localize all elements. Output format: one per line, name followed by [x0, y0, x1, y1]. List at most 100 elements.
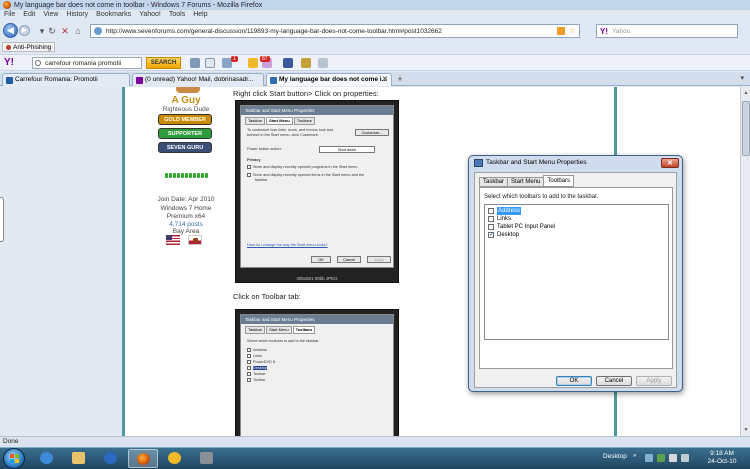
- tray-arrow-icon[interactable]: [645, 454, 653, 462]
- avatar[interactable]: [176, 87, 200, 93]
- gold-member-badge: GOLD MEMBER: [158, 114, 212, 125]
- list-item-tablet-pc[interactable]: Tablet PC Input Panel: [488, 223, 555, 231]
- search-placeholder[interactable]: Yahoo: [612, 28, 630, 35]
- taskbar-media-player[interactable]: [96, 449, 126, 468]
- tab-yahoo-mail[interactable]: (0 unread) Yahoo! Mail, dobrinasadr...: [132, 73, 264, 86]
- scroll-up-icon[interactable]: ▲: [742, 88, 750, 98]
- toolbar-expand-icon[interactable]: »: [633, 453, 636, 459]
- list-item-desktop[interactable]: ✓ Desktop: [488, 231, 519, 239]
- links-checkbox[interactable]: [488, 216, 494, 222]
- list-item-label: Tablet PC Input Panel: [497, 224, 556, 230]
- supporter-badge: SUPPORTER: [158, 128, 212, 139]
- anti-phishing-button[interactable]: Anti-Phishing: [2, 42, 56, 52]
- scrollbar-thumb[interactable]: [742, 101, 750, 156]
- list-item-label: Desktop: [497, 232, 520, 238]
- menu-bookmarks[interactable]: Bookmarks: [96, 11, 131, 21]
- screenshot-dialog: Taskbar and Start Menu Properties Taskba…: [240, 314, 394, 436]
- apply-button[interactable]: Apply: [636, 376, 672, 386]
- firefox-icon: [3, 1, 11, 9]
- ok-button[interactable]: OK: [556, 376, 592, 386]
- attachment-screenshot-toolbars[interactable]: Taskbar and Start Menu Properties Taskba…: [235, 309, 399, 436]
- list-all-tabs-icon[interactable]: ▾: [740, 74, 744, 82]
- clock-time: 9:18 AM: [710, 450, 734, 457]
- tray-flag-icon[interactable]: [669, 454, 677, 462]
- yahoo-search-button[interactable]: SEARCH: [146, 57, 181, 69]
- settings-icon[interactable]: [318, 58, 328, 68]
- tablet-pc-checkbox[interactable]: [488, 224, 494, 230]
- screenshot-tab: Taskbar: [245, 117, 266, 125]
- rss-icon[interactable]: [557, 27, 565, 35]
- taskbar-app[interactable]: [192, 449, 222, 468]
- star-icon[interactable]: [301, 58, 311, 68]
- menu-help[interactable]: Help: [193, 11, 207, 21]
- list-item-label: Address: [497, 207, 522, 215]
- start-button[interactable]: [3, 448, 25, 469]
- username[interactable]: A Guy: [148, 95, 224, 106]
- desktop-checkbox[interactable]: ✓: [488, 232, 494, 238]
- reputation-bar: [164, 170, 208, 180]
- tab-close-icon[interactable]: ✕: [382, 74, 388, 86]
- facebook-icon[interactable]: [283, 58, 293, 68]
- taskbar-explorer[interactable]: [64, 449, 94, 468]
- site-identity-icon[interactable]: [94, 27, 102, 35]
- menu-edit[interactable]: Edit: [23, 11, 35, 21]
- back-button[interactable]: ◀: [3, 23, 18, 38]
- tab-taskbar[interactable]: Taskbar: [479, 177, 509, 187]
- toolbars-list[interactable]: Address Links Tablet PC Input Panel ✓ De…: [484, 204, 669, 340]
- smiley-icon[interactable]: [248, 58, 258, 68]
- taskbar-clock[interactable]: 9:18 AM 24-Oct-10: [700, 450, 744, 466]
- yahoo-toolbar: Y! carrefour romania promotii SEARCH 1 8…: [0, 54, 750, 71]
- yahoo-toolbar-logo-icon[interactable]: Y!: [4, 57, 14, 68]
- tab-language-bar[interactable]: My language bar does not come i... ✕: [266, 73, 392, 86]
- post-instruction-2: Click on Toolbar tab:: [233, 292, 301, 301]
- dialog-titlebar[interactable]: Taskbar and Start Menu Properties: [469, 156, 682, 170]
- messenger-icon: [168, 452, 181, 464]
- page-border-left: [122, 87, 125, 436]
- address-checkbox[interactable]: [488, 208, 494, 214]
- tab-toolbars[interactable]: Toolbars: [543, 175, 575, 187]
- menu-history[interactable]: History: [66, 11, 88, 21]
- menu-yahoo[interactable]: Yahoo!: [139, 11, 161, 21]
- taskbar-yahoo-messenger[interactable]: [160, 449, 190, 468]
- taskbar-ie[interactable]: [32, 449, 62, 468]
- pencil-icon[interactable]: [190, 58, 200, 68]
- yahoo-search-box[interactable]: Y! Yahoo: [596, 24, 738, 38]
- attachment-screenshot-start-menu[interactable]: Taskbar and Start Menu Properties Taskba…: [235, 100, 399, 283]
- dialog-close-button[interactable]: ✕: [661, 158, 679, 168]
- menu-file[interactable]: File: [4, 11, 15, 21]
- bookmarks-icon[interactable]: [205, 58, 215, 68]
- desktop-toolbar-label[interactable]: Desktop: [603, 453, 627, 460]
- scroll-down-icon[interactable]: ▼: [742, 425, 750, 435]
- reload-icon[interactable]: ↻: [46, 25, 58, 37]
- taskbar-firefox[interactable]: [128, 449, 158, 468]
- yahoo-toolbar-search-input[interactable]: carrefour romania promotii: [32, 57, 142, 69]
- screenshot-text: How do I change the way the Start menu l…: [247, 243, 328, 247]
- yahoo-toolbar-query[interactable]: carrefour romania promotii: [45, 60, 121, 67]
- navigation-toolbar: ◀ ▶ ▾ ↻ ✕ ⌂ http://www.sevenforums.com/g…: [0, 22, 750, 40]
- list-item-address[interactable]: Address: [488, 207, 522, 215]
- new-tab-button[interactable]: +: [394, 74, 406, 85]
- url-text[interactable]: http://www.sevenforums.com/general-discu…: [106, 28, 442, 35]
- stop-icon[interactable]: ✕: [59, 25, 71, 37]
- screenshot-tab: Toolbars: [293, 117, 315, 125]
- search-icon: [35, 60, 41, 66]
- sidebar-toggle-handle[interactable]: [0, 197, 4, 242]
- screenshot-power-select: Shut down: [319, 146, 375, 153]
- home-icon[interactable]: ⌂: [72, 25, 84, 37]
- address-bar[interactable]: http://www.sevenforums.com/general-discu…: [90, 24, 580, 38]
- screenshot-text: Privacy: [247, 158, 261, 162]
- menu-tools[interactable]: Tools: [169, 11, 185, 21]
- volume-icon[interactable]: [681, 454, 689, 462]
- tab-carrefour[interactable]: Carrefour Romania: Promotii: [2, 73, 130, 86]
- list-item-label: Links: [497, 216, 512, 222]
- cancel-button[interactable]: Cancel: [596, 376, 632, 386]
- forward-button[interactable]: ▶: [19, 25, 30, 36]
- bookmark-star-icon[interactable]: ☆: [569, 26, 576, 35]
- screenshot-caption: 405x501 90kb JPEG: [296, 276, 338, 281]
- tab-start-menu[interactable]: Start Menu: [507, 177, 545, 187]
- list-item-links[interactable]: Links: [488, 215, 511, 223]
- screenshot-tab: Toolbars: [292, 326, 316, 334]
- menu-view[interactable]: View: [43, 11, 58, 21]
- page-scrollbar[interactable]: ▲ ▼: [740, 87, 750, 436]
- network-icon[interactable]: [657, 454, 665, 462]
